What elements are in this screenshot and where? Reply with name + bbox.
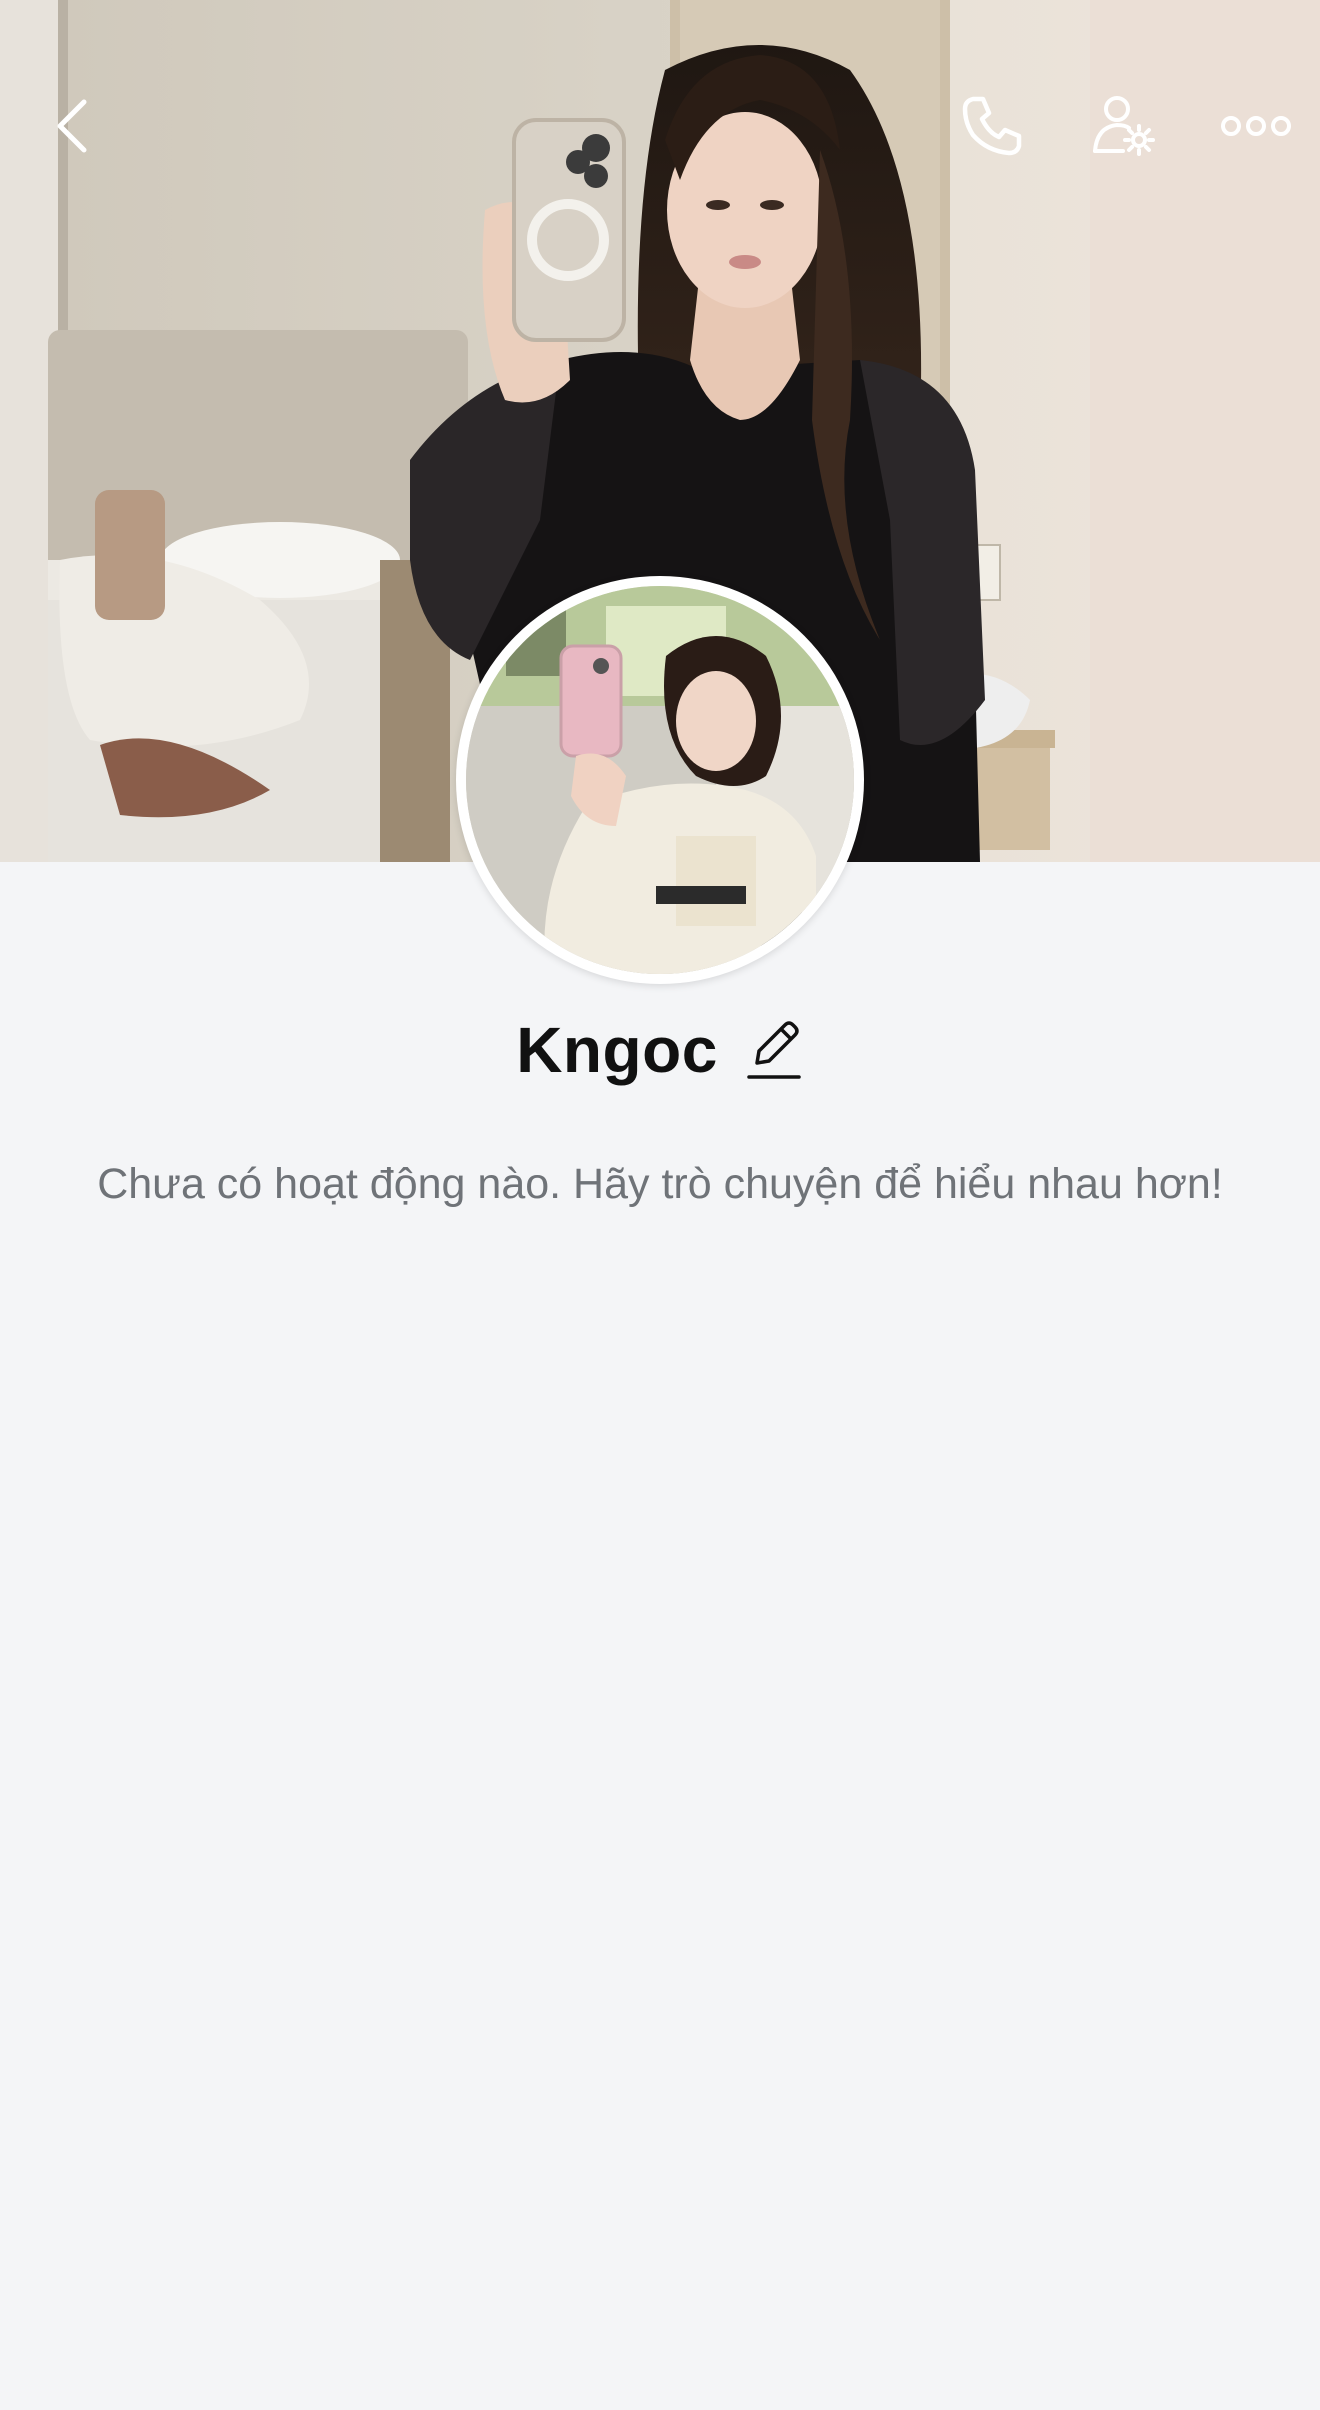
more-button[interactable] [1208,78,1304,174]
empty-activity-message: Chưa có hoạt động nào. Hãy trò chuyện để… [97,1160,1223,1208]
pencil-icon [747,1021,801,1079]
back-button[interactable] [24,78,120,174]
profile-name: Kngoc [516,1014,718,1086]
call-button[interactable] [944,78,1040,174]
chevron-left-icon [57,99,87,153]
profile-name-row: Kngoc [0,1010,1320,1090]
profile-screen: Kngoc Chưa có hoạt động nào. Hãy trò chu… [0,0,1320,2410]
phone-icon [962,96,1022,156]
user-settings-button[interactable] [1076,78,1172,174]
avatar-image [466,586,854,974]
user-settings-icon [1093,96,1155,156]
avatar[interactable] [456,576,864,984]
edit-name-button[interactable] [744,1015,804,1085]
more-horizontal-icon [1221,116,1291,136]
